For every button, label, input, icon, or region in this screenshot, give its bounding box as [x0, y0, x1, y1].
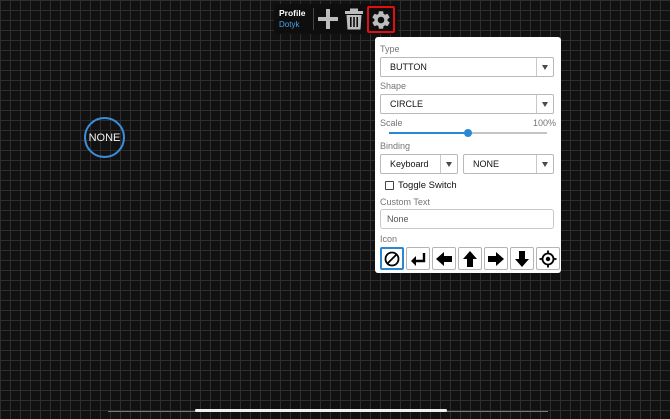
type-value: BUTTON — [390, 62, 427, 72]
scale-label: Scale — [380, 118, 403, 128]
binding-source-value: Keyboard — [390, 159, 429, 169]
settings-button[interactable] — [367, 6, 395, 33]
trash-icon — [345, 8, 363, 30]
toggle-switch-label: Toggle Switch — [398, 180, 457, 191]
chevron-down-icon — [536, 95, 553, 113]
binding-source-select[interactable]: Keyboard — [380, 154, 458, 174]
icon-option-arrow-right[interactable] — [484, 247, 508, 270]
custom-text-input[interactable]: None — [380, 209, 554, 229]
chevron-down-icon — [536, 155, 553, 173]
top-toolbar: Profile Dotyk — [274, 4, 398, 34]
none-icon — [384, 251, 400, 266]
icon-option-crosshair[interactable] — [536, 247, 560, 270]
canvas-button-label: NONE — [88, 131, 121, 144]
shape-value: CIRCLE — [390, 99, 424, 109]
type-label: Type — [380, 44, 400, 54]
control-settings-panel: Type BUTTON Shape CIRCLE Scale 100% Bind… — [375, 37, 561, 273]
arrow-left-icon — [436, 251, 452, 266]
chevron-down-icon — [536, 58, 553, 76]
binding-key-value: NONE — [473, 159, 500, 169]
home-indicator[interactable] — [195, 409, 447, 412]
icon-option-arrow-down[interactable] — [510, 247, 534, 270]
toolbar-divider — [313, 8, 314, 30]
scale-value: 100% — [532, 118, 556, 128]
gear-icon — [372, 10, 390, 29]
custom-text-label: Custom Text — [380, 197, 430, 207]
icon-option-arrow-up[interactable] — [458, 247, 482, 270]
arrow-up-icon — [463, 250, 477, 267]
delete-button[interactable] — [342, 7, 366, 31]
icon-option-enter[interactable] — [406, 247, 430, 270]
toggle-switch-checkbox[interactable] — [385, 181, 394, 190]
custom-text-placeholder: None — [387, 214, 409, 224]
shape-label: Shape — [380, 81, 407, 91]
canvas-circle-button[interactable]: NONE — [84, 117, 125, 158]
profile-label: Profile — [279, 8, 306, 18]
shape-select[interactable]: CIRCLE — [380, 94, 554, 114]
arrow-down-icon — [515, 250, 529, 267]
arrow-right-icon — [488, 251, 504, 266]
icon-label: Icon — [380, 234, 398, 244]
chevron-down-icon — [440, 155, 457, 173]
enter-icon — [411, 252, 426, 266]
plus-icon — [318, 9, 338, 29]
crosshair-icon — [539, 250, 557, 267]
profile-name: Dotyk — [279, 20, 300, 29]
scale-slider-fill — [389, 132, 468, 134]
type-select[interactable]: BUTTON — [380, 57, 554, 77]
binding-key-select[interactable]: NONE — [463, 154, 554, 174]
profile-selector[interactable]: Profile Dotyk — [274, 4, 312, 34]
scale-slider-thumb[interactable] — [464, 129, 472, 137]
icon-option-arrow-left[interactable] — [432, 247, 456, 270]
binding-label: Binding — [380, 141, 411, 151]
icon-option-none[interactable] — [380, 247, 404, 270]
add-button[interactable] — [316, 7, 340, 31]
